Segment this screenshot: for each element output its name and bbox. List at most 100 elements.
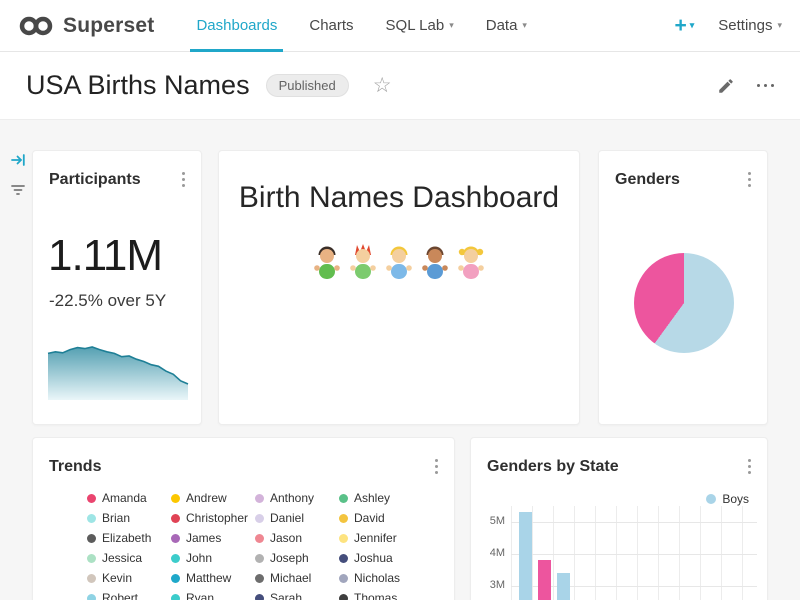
legend-item-jason[interactable]: Jason [255,531,339,545]
chart-title: Genders by State [487,458,619,476]
expand-filter-bar-icon[interactable] [10,152,26,168]
bar-girls-1[interactable] [538,560,551,600]
legend-label: Robert [102,591,138,600]
gridline [511,554,757,555]
legend-dot [171,594,180,600]
legend-label: Daniel [270,511,304,525]
legend-item-thomas[interactable]: Thomas [339,591,423,600]
legend-label: Nicholas [354,571,400,585]
legend-dot [339,574,348,583]
y-axis-tick: 5M [479,515,505,527]
chart-title: Participants [49,171,141,189]
legend-item-matthew[interactable]: Matthew [171,571,255,585]
legend-label: Ryan [186,591,214,600]
new-item-button[interactable]: + ▾ [674,14,694,38]
legend-item-boys[interactable]: Boys [706,492,749,506]
kebab-menu-icon[interactable] [745,169,754,190]
state-bars-plot[interactable] [511,506,757,600]
participants-sparkline-chart[interactable] [47,342,189,400]
legend-item-brian[interactable]: Brian [87,511,171,525]
superset-logo[interactable]: Superset [18,14,154,38]
legend-dot [171,494,180,503]
legend-item-sarah[interactable]: Sarah [255,591,339,600]
legend-label: Jason [270,531,302,545]
more-options-icon[interactable] [757,80,775,92]
legend-dot [339,534,348,543]
participants-value: 1.11M [48,231,162,281]
markdown-heading: Birth Names Dashboard [219,181,579,215]
legend-label: Jessica [102,551,142,565]
nav-item-charts[interactable]: Charts [293,0,369,52]
legend-dot [339,494,348,503]
header-actions [717,77,775,95]
legend-dot [339,594,348,600]
legend-item-anthony[interactable]: Anthony [255,491,339,505]
legend-dot [339,554,348,563]
legend-dot [255,554,264,563]
legend-dot [171,554,180,563]
chart-title: Trends [49,458,101,476]
kebab-menu-icon[interactable] [179,169,188,190]
legend-dot [87,554,96,563]
y-axis-tick: 4M [479,547,505,559]
chevron-down-icon: ▾ [690,21,695,30]
legend-item-elizabeth[interactable]: Elizabeth [87,531,171,545]
legend-label: Elizabeth [102,531,151,545]
legend-label: David [354,511,385,525]
legend-dot [87,494,96,503]
legend-item-christopher[interactable]: Christopher [171,511,255,525]
legend-label: Amanda [102,491,147,505]
children-illustration [309,243,489,291]
dashboard-header: USA Births Names Published ☆ [0,52,800,120]
legend-item-robert[interactable]: Robert [87,591,171,600]
dashboard-title: USA Births Names [26,70,250,101]
legend-dot [87,534,96,543]
legend-dot [255,494,264,503]
card-markdown: Birth Names Dashboard [218,150,580,425]
settings-menu[interactable]: Settings ▾ [718,17,782,34]
legend-item-james[interactable]: James [171,531,255,545]
kebab-menu-icon[interactable] [432,456,441,477]
legend-item-amanda[interactable]: Amanda [87,491,171,505]
card-participants: Participants 1.11M -22.5% over 5Y [32,150,202,425]
card-genders: Genders [598,150,768,425]
legend-label: Brian [102,511,130,525]
legend-dot [171,534,180,543]
legend-item-david[interactable]: David [339,511,423,525]
edit-pencil-icon[interactable] [717,77,735,95]
legend-item-ryan[interactable]: Ryan [171,591,255,600]
legend-item-ashley[interactable]: Ashley [339,491,423,505]
legend-item-joshua[interactable]: Joshua [339,551,423,565]
published-badge[interactable]: Published [266,74,349,97]
nav-item-dashboards[interactable]: Dashboards [180,0,293,52]
favorite-star-icon[interactable]: ☆ [373,73,392,98]
legend-label: Matthew [186,571,231,585]
legend-label: Thomas [354,591,397,600]
legend-item-andrew[interactable]: Andrew [171,491,255,505]
gridline [511,522,757,523]
bar-boys-0[interactable] [519,512,532,600]
legend-item-joseph[interactable]: Joseph [255,551,339,565]
nav-item-data[interactable]: Data ▾ [470,0,543,52]
legend-item-daniel[interactable]: Daniel [255,511,339,525]
legend-item-kevin[interactable]: Kevin [87,571,171,585]
bar-boys-2[interactable] [557,573,570,600]
legend-item-michael[interactable]: Michael [255,571,339,585]
filter-icon[interactable] [10,182,26,198]
legend-item-jennifer[interactable]: Jennifer [339,531,423,545]
legend-label: Joshua [354,551,393,565]
legend-item-john[interactable]: John [171,551,255,565]
kebab-menu-icon[interactable] [745,456,754,477]
legend-dot [706,494,716,504]
card-genders-by-state: Genders by State Boys 5M4M3M [470,437,768,600]
genders-pie-chart[interactable] [634,253,734,353]
legend-label: Kevin [102,571,132,585]
legend-item-nicholas[interactable]: Nicholas [339,571,423,585]
legend-item-jessica[interactable]: Jessica [87,551,171,565]
nav-item-sql-lab[interactable]: SQL Lab ▾ [370,0,470,52]
legend-dot [171,514,180,523]
legend-dot [255,534,264,543]
legend-dot [171,574,180,583]
chevron-down-icon: ▾ [449,21,454,30]
legend-label: John [186,551,212,565]
